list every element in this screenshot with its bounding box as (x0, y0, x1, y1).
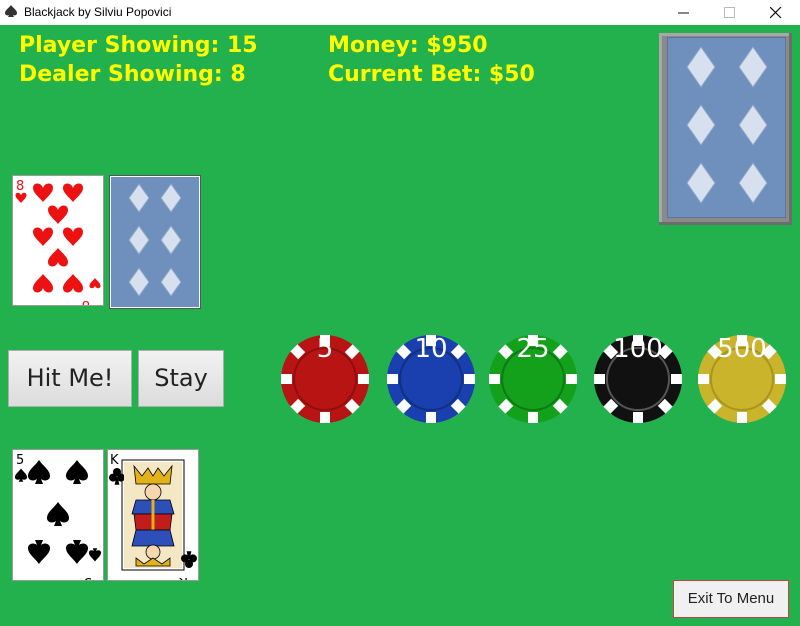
minimize-button[interactable] (661, 0, 707, 25)
maximize-button[interactable] (707, 0, 753, 25)
chip-value: 500 (717, 334, 767, 364)
svg-text:8: 8 (82, 297, 90, 305)
window-title: Blackjack by Silviu Popovici (24, 5, 172, 19)
chip-value: 5 (316, 334, 334, 364)
deck-pile (659, 33, 792, 225)
chip-value: 100 (613, 334, 663, 364)
chip-value: 10 (414, 334, 448, 364)
spade-app-icon (4, 4, 18, 18)
stay-button[interactable]: Stay (138, 350, 224, 407)
chip-value: 25 (516, 334, 550, 364)
chip-25[interactable]: 25 (488, 334, 578, 424)
svg-text:8: 8 (16, 179, 24, 194)
dealer-card-8-of-hearts: 8 8 (12, 175, 104, 306)
exit-to-menu-button[interactable]: Exit To Menu (673, 580, 789, 618)
money-label: Money: $950 (328, 33, 488, 58)
player-showing-label: Player Showing: 15 (19, 33, 258, 58)
player-card-king-of-clubs: K K (107, 449, 199, 581)
svg-text:K: K (110, 453, 119, 468)
chip-100[interactable]: 100 (593, 334, 683, 424)
chip-500[interactable]: 500 (697, 334, 787, 424)
current-bet-label: Current Bet: $50 (328, 62, 535, 87)
title-bar: Blackjack by Silviu Popovici (0, 0, 800, 25)
player-card-5-of-spades: 5 5 (12, 449, 104, 581)
game-table: Player Showing: 15 Dealer Showing: 8 Mon… (0, 25, 800, 626)
svg-text:5: 5 (84, 574, 92, 580)
hit-button[interactable]: Hit Me! (8, 350, 132, 407)
dealer-card-face-down (109, 175, 201, 309)
svg-text:5: 5 (16, 453, 24, 468)
chip-10[interactable]: 10 (386, 334, 476, 424)
svg-text:K: K (179, 574, 188, 580)
close-button[interactable] (753, 0, 799, 25)
dealer-showing-label: Dealer Showing: 8 (19, 62, 246, 87)
chip-5[interactable]: 5 (280, 334, 370, 424)
